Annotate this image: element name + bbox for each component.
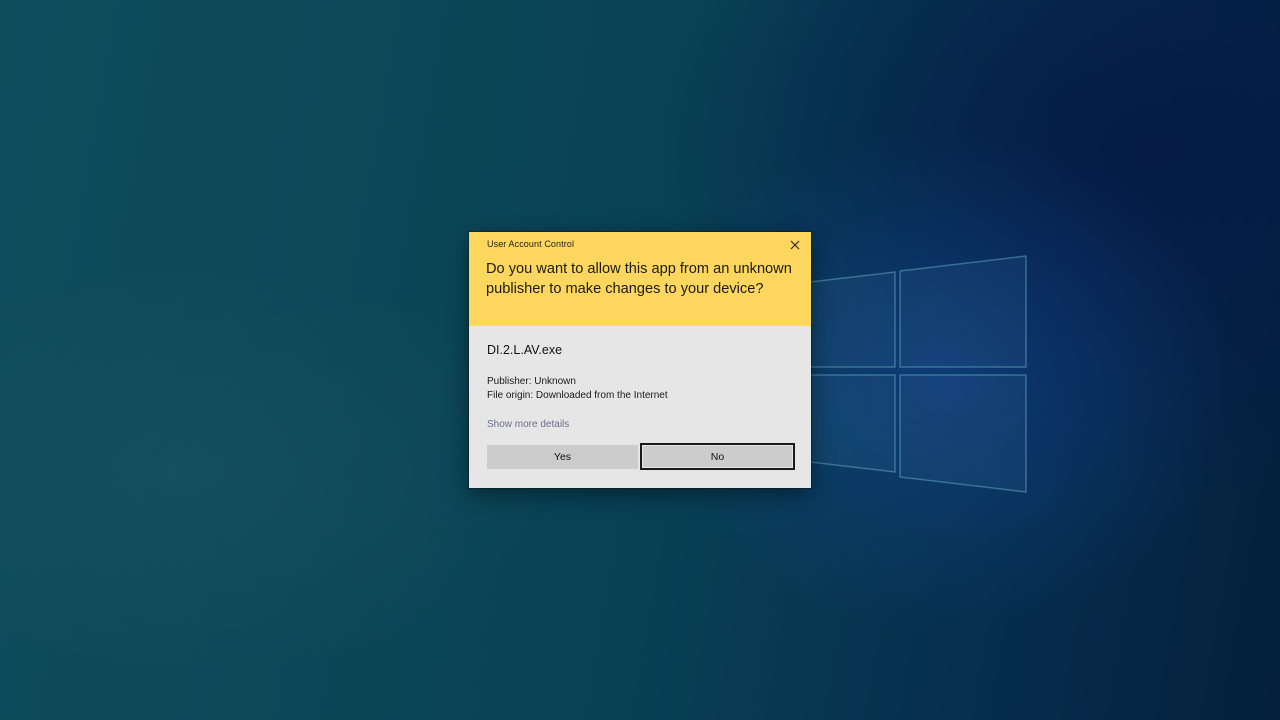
dialog-title: User Account Control: [487, 239, 575, 249]
file-origin-info: File origin: Downloaded from the Interne…: [487, 390, 668, 401]
dialog-question: Do you want to allow this app from an un…: [486, 261, 792, 297]
no-button[interactable]: No: [640, 443, 795, 470]
windows-logo-icon: [809, 255, 1027, 493]
show-more-details-link[interactable]: Show more details: [487, 419, 569, 430]
yes-button[interactable]: Yes: [487, 445, 638, 469]
uac-dialog: User Account Control Do you want to allo…: [469, 232, 811, 488]
publisher-info: Publisher: Unknown: [487, 376, 576, 387]
uac-header: User Account Control Do you want to allo…: [469, 232, 811, 326]
app-name: DI.2.L.AV.exe: [487, 343, 563, 357]
close-icon: [790, 240, 800, 250]
close-button[interactable]: [785, 235, 805, 255]
uac-body: DI.2.L.AV.exe Publisher: Unknown File or…: [469, 326, 811, 488]
